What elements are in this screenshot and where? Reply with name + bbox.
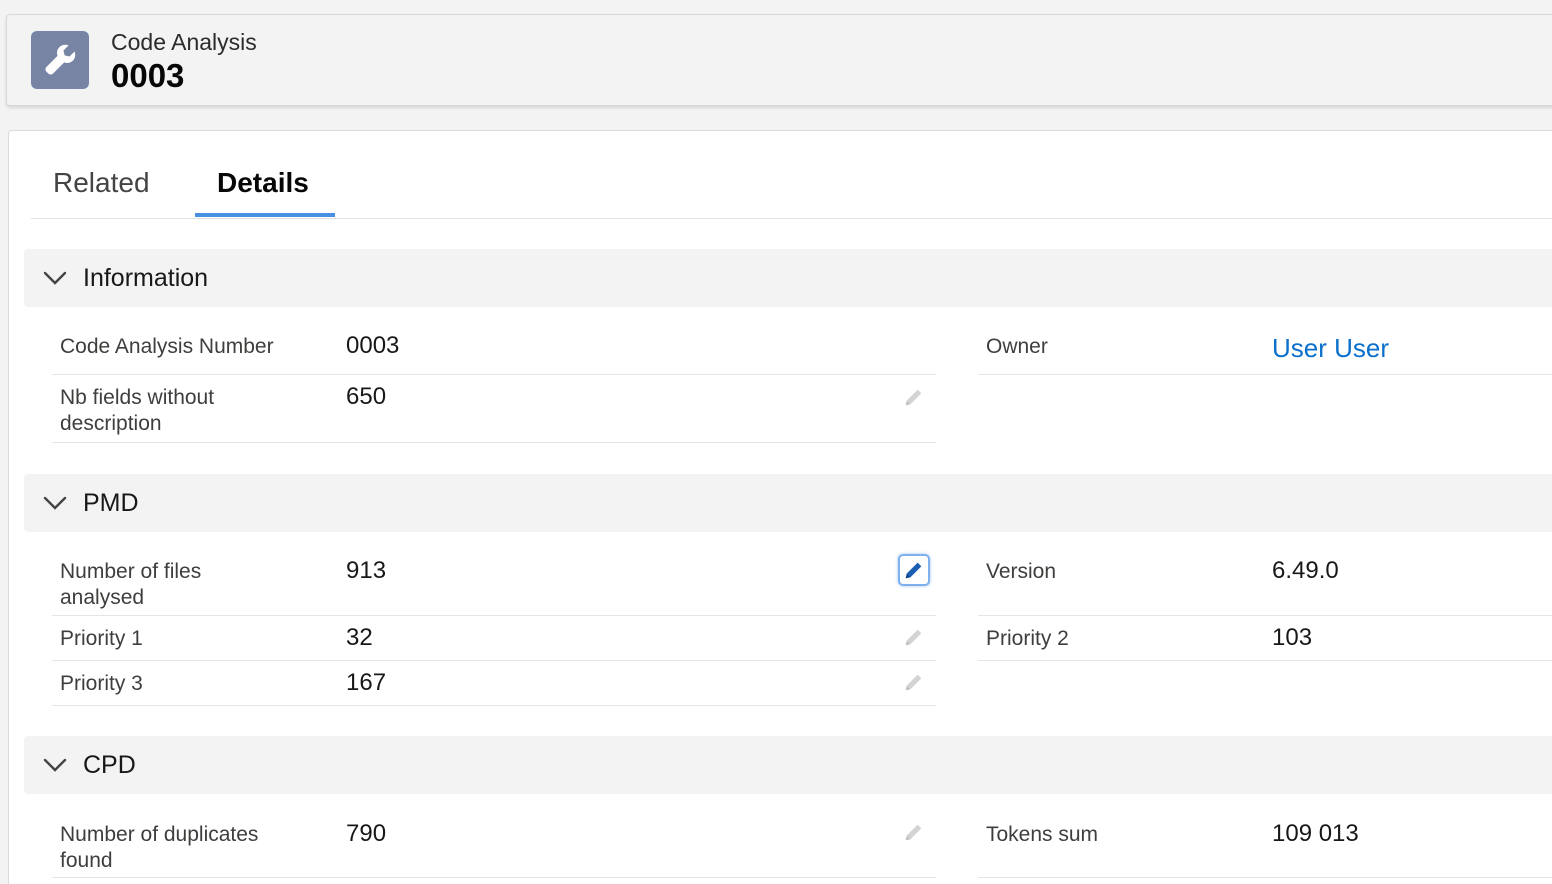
field-number-of-duplicates-found: Number of duplicates found 790 (52, 808, 936, 878)
edit-pencil-icon[interactable] (900, 623, 928, 651)
record-header: Code Analysis 0003 (6, 14, 1552, 106)
section-information-header[interactable]: Information (24, 249, 1552, 307)
edit-pencil-icon[interactable] (900, 383, 928, 411)
edit-pencil-icon[interactable] (900, 818, 928, 846)
field-priority-1: Priority 1 32 (52, 616, 936, 661)
section-pmd-header[interactable]: PMD (24, 474, 1552, 532)
wrench-icon (31, 31, 89, 89)
field-label: Priority 1 (60, 627, 143, 650)
field-label: Priority 3 (60, 672, 143, 695)
field-value: 790 (346, 820, 387, 847)
field-number-of-files-analysed: Number of files analysed 913 (52, 545, 936, 616)
field-value: 650 (346, 383, 387, 410)
field-value: 167 (346, 669, 387, 696)
chevron-down-icon (43, 496, 67, 510)
field-label: Nb fields without description (60, 386, 215, 435)
owner-link[interactable]: User User (1272, 333, 1389, 364)
tab-details[interactable]: Details (217, 167, 309, 199)
field-label: Owner (986, 335, 1048, 358)
field-priority-2: Priority 2 103 (978, 616, 1552, 661)
field-label: Code Analysis Number (60, 335, 274, 358)
field-value: 913 (346, 557, 387, 584)
section-title: Information (83, 264, 209, 292)
field-priority-3: Priority 3 167 (52, 661, 936, 706)
field-label: Number of duplicates found (60, 823, 259, 872)
field-label: Number of files analysed (60, 560, 202, 609)
chevron-down-icon (43, 758, 67, 772)
field-tokens-sum: Tokens sum 109 013 (978, 808, 1552, 878)
section-title: CPD (83, 751, 136, 779)
edit-pencil-icon[interactable] (898, 554, 930, 586)
field-value: 103 (1272, 624, 1313, 651)
chevron-down-icon (43, 271, 67, 285)
field-label: Version (986, 560, 1057, 583)
edit-pencil-icon[interactable] (900, 668, 928, 696)
field-code-analysis-number: Code Analysis Number 0003 (52, 320, 936, 375)
field-value: 0003 (346, 332, 400, 359)
field-value: 109 013 (1272, 820, 1359, 847)
field-label: Tokens sum (986, 823, 1099, 846)
tab-related[interactable]: Related (53, 167, 150, 199)
section-title: PMD (83, 489, 139, 517)
field-nb-fields-without-description: Nb fields without description 650 (52, 375, 936, 443)
field-owner: Owner User User (978, 320, 1552, 375)
active-tab-indicator (195, 213, 335, 217)
field-value: 32 (346, 624, 373, 651)
section-cpd-header[interactable]: CPD (24, 736, 1552, 794)
tab-bar: Related Details (31, 131, 1552, 219)
field-label: Priority 2 (986, 627, 1069, 650)
record-title: 0003 (111, 57, 185, 94)
field-version: Version 6.49.0 (978, 545, 1552, 616)
object-type-label: Code Analysis (111, 29, 257, 55)
field-value: 6.49.0 (1272, 557, 1339, 584)
